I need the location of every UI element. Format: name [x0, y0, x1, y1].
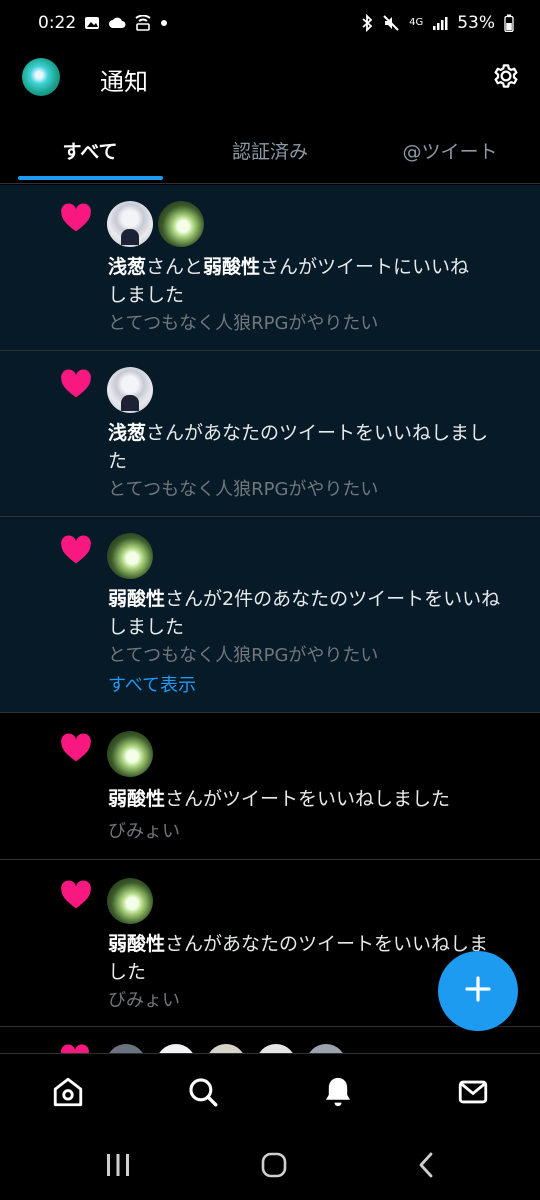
compose-tweet-button[interactable] [438, 951, 518, 1031]
avatar[interactable] [107, 367, 153, 413]
recents-icon[interactable] [104, 1152, 132, 1182]
page-title: 通知 [100, 68, 148, 96]
bottom-navigation [0, 1053, 540, 1133]
notification-tweet-preview: びみょい [108, 821, 180, 842]
settings-button[interactable] [490, 62, 522, 94]
notification-item[interactable]: 浅葱さんがあなたのツイートをいいねしました とてつもなく人狼RPGがやりたい [0, 351, 540, 517]
nav-notifications[interactable] [270, 1054, 405, 1133]
back-chevron-icon[interactable] [416, 1151, 436, 1183]
tab-all[interactable]: すべて [0, 120, 180, 180]
profile-avatar[interactable] [22, 58, 60, 96]
battery-icon [504, 14, 514, 32]
tab-verified[interactable]: 認証済み [180, 120, 360, 180]
cast-icon [134, 15, 152, 31]
heart-icon [60, 880, 92, 912]
tab-mentions[interactable]: @ツイート [360, 120, 540, 180]
nav-search[interactable] [135, 1054, 270, 1133]
notification-tweet-preview: とてつもなく人狼RPGがやりたい [108, 645, 379, 666]
notification-item[interactable]: 浅葱さんと弱酸性さんがツイートにいいね しました とてつもなく人狼RPGがやりたい [0, 185, 540, 351]
avatar[interactable] [107, 878, 153, 924]
nav-messages[interactable] [405, 1054, 540, 1133]
actor-avatars [107, 533, 153, 579]
status-time: 0:22 [38, 13, 77, 33]
actor-avatars [107, 201, 204, 247]
signal-icon [432, 15, 448, 31]
notification-item[interactable]: 弱酸性さんがツイートをいいねしました びみょい [0, 713, 540, 860]
app-header: 通知 [0, 52, 540, 104]
notification-feed: 浅葱さんと弱酸性さんがツイートにいいね しました とてつもなく人狼RPGがやりたい… [0, 185, 540, 1027]
notification-tweet-preview: びみょい [108, 990, 180, 1011]
tab-verified-label: 認証済み [231, 140, 308, 163]
heart-icon [60, 369, 92, 401]
home-icon [51, 1075, 85, 1113]
bell-icon [321, 1075, 355, 1113]
actor-avatars [107, 731, 153, 777]
gallery-icon [84, 15, 100, 31]
show-all-link[interactable]: すべて表示 [108, 671, 196, 697]
heart-icon [60, 203, 92, 235]
notification-item[interactable]: 弱酸性さんが2件のあなたのツイートをいいね しました とてつもなく人狼RPGがやり… [0, 517, 540, 713]
notification-tabs: すべて 認証済み @ツイート [0, 120, 540, 184]
tab-all-label: すべて [62, 140, 118, 163]
search-icon [186, 1075, 220, 1113]
notification-text: 弱酸性さんがツイートをいいねしました [108, 788, 451, 810]
notification-tweet-preview: とてつもなく人狼RPGがやりたい [108, 313, 379, 334]
avatar[interactable] [107, 731, 153, 777]
actor-avatars [107, 878, 153, 924]
system-navigation [0, 1133, 540, 1200]
notification-text: 弱酸性さんが2件のあなたのツイートをいいね しました [108, 588, 501, 638]
notification-text: 浅葱さんと弱酸性さんがツイートにいいね しました [108, 256, 470, 306]
avatar[interactable] [107, 533, 153, 579]
tab-mentions-label: @ツイート [402, 140, 498, 163]
network-type-label: 4G [409, 17, 424, 28]
bluetooth-icon [361, 14, 373, 32]
heart-icon [60, 733, 92, 765]
battery-percent: 53% [457, 13, 495, 33]
status-bar: 0:22 4G 53% [0, 0, 540, 46]
nav-home[interactable] [0, 1054, 135, 1133]
avatar[interactable] [107, 201, 153, 247]
cloud-icon [108, 16, 126, 30]
home-circle-icon[interactable] [260, 1151, 288, 1183]
notification-tweet-preview: とてつもなく人狼RPGがやりたい [108, 479, 379, 500]
plus-icon [463, 974, 493, 1008]
actor-avatars [107, 367, 153, 413]
dot-indicator-icon [160, 19, 168, 27]
avatar[interactable] [158, 201, 204, 247]
mail-icon [456, 1075, 490, 1113]
notification-text: 浅葱さんがあなたのツイートをいいねしました [108, 422, 489, 472]
gear-icon [491, 61, 521, 95]
mute-icon [382, 14, 400, 32]
heart-icon [60, 535, 92, 567]
active-tab-indicator [18, 176, 163, 180]
